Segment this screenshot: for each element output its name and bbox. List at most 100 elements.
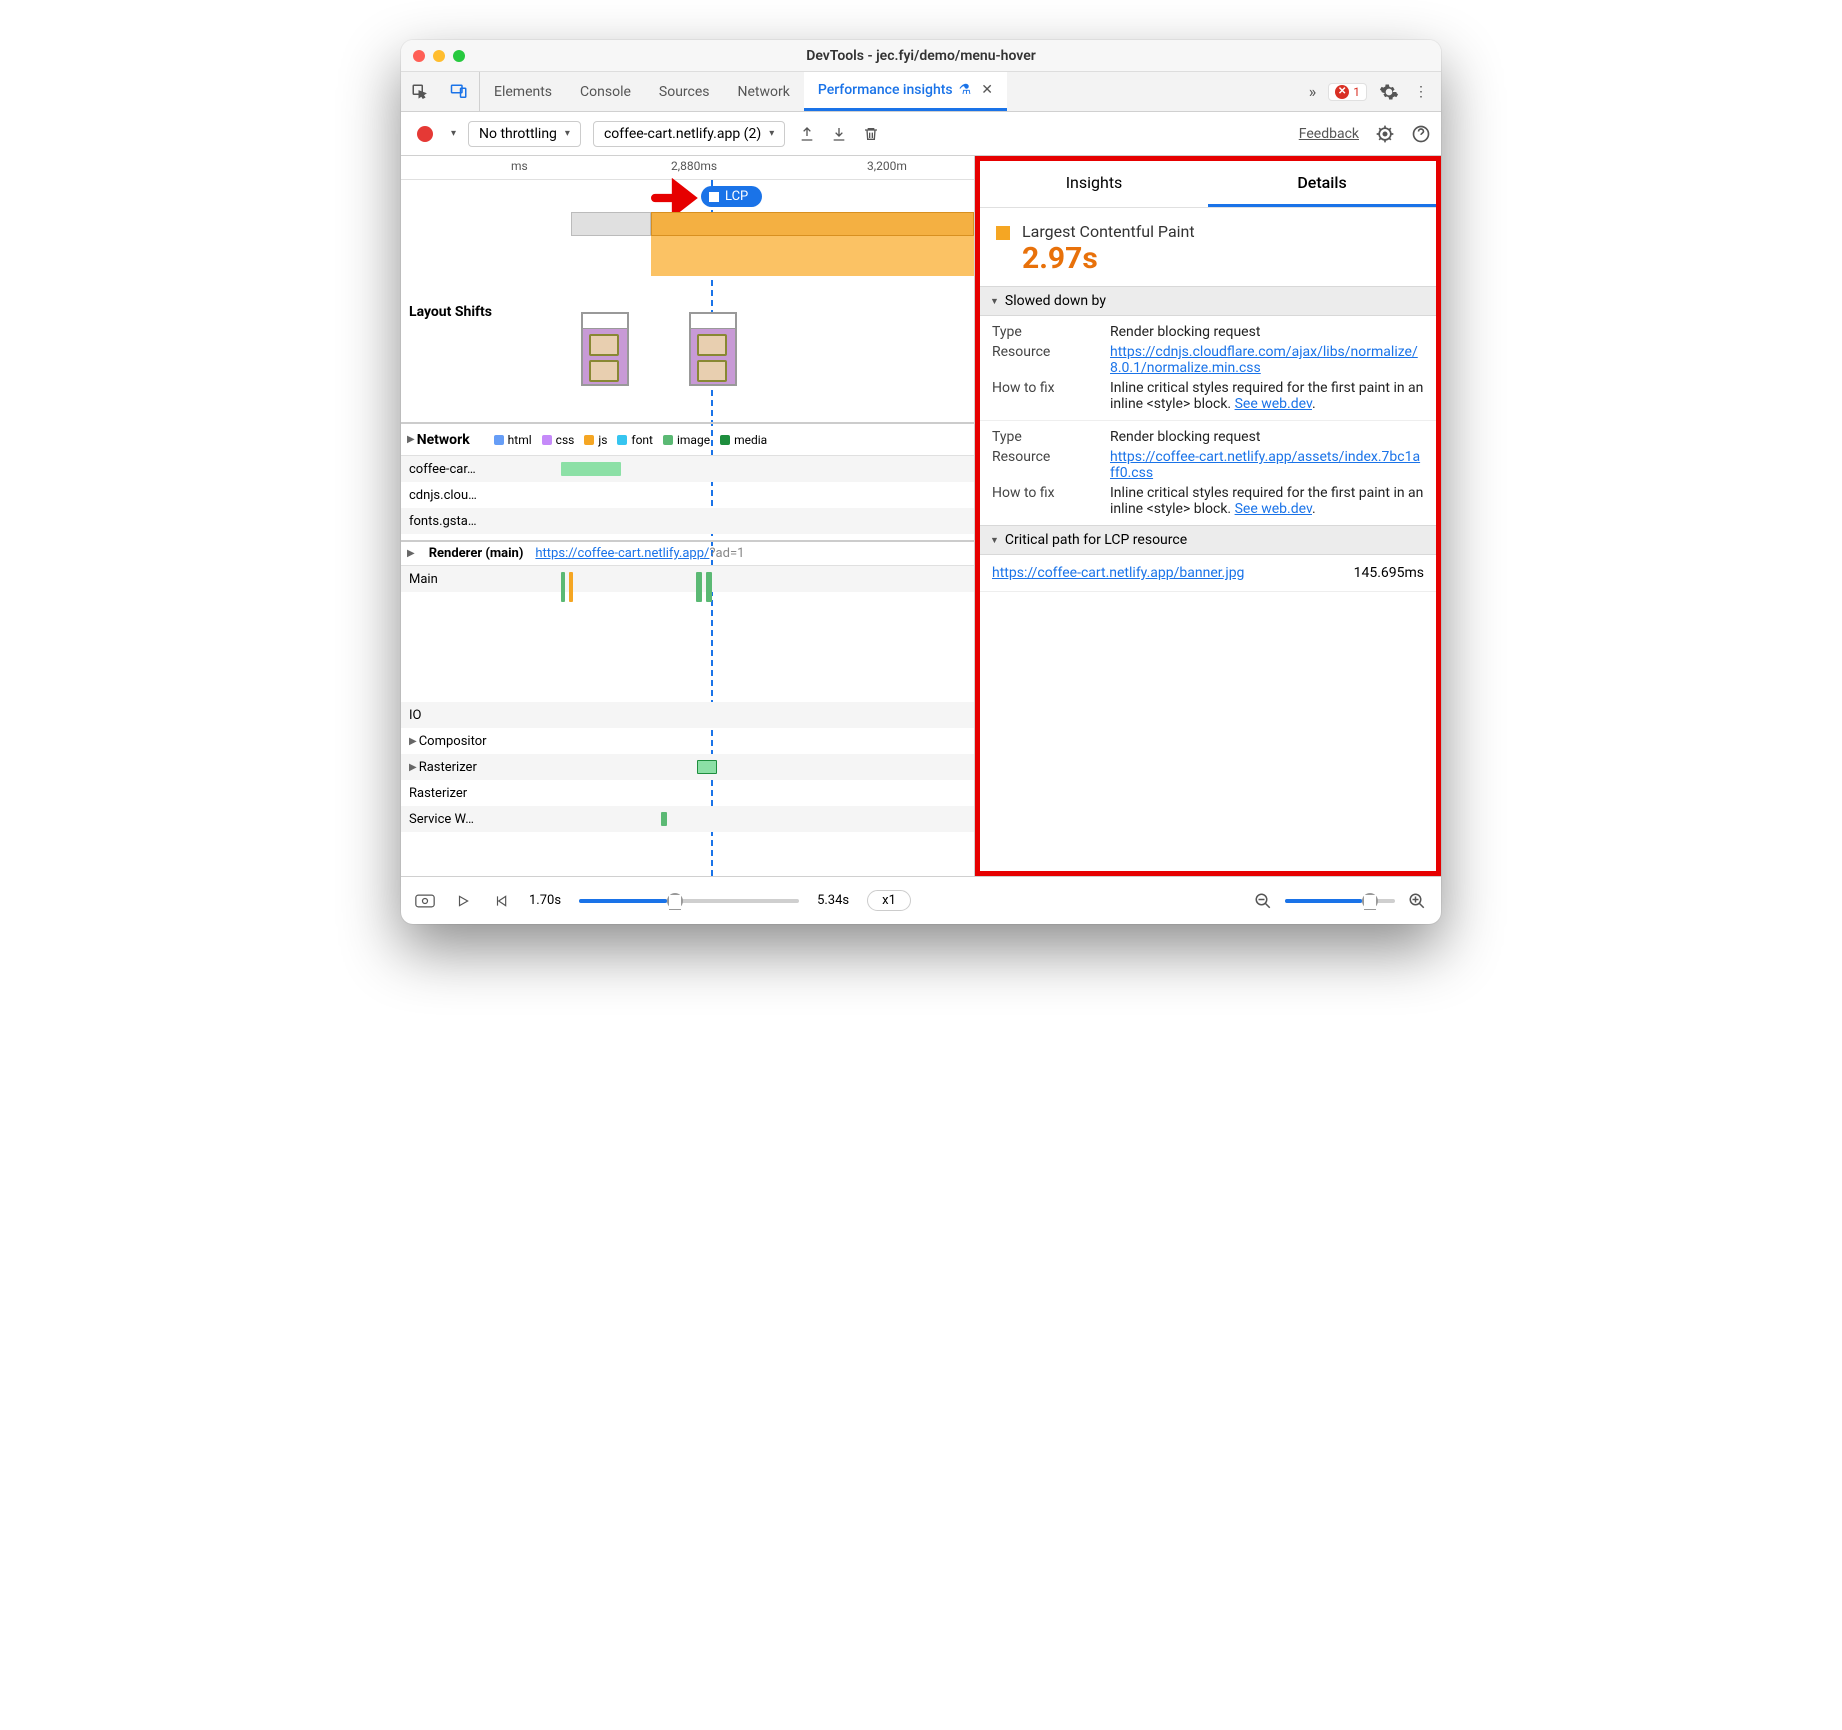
timeline-pane[interactable]: ms 2,880ms 3,200m LCP Layout Shifts [401, 156, 975, 876]
skip-back-icon[interactable] [491, 891, 511, 911]
fix-label: How to fix [992, 380, 1102, 412]
lcp-swatch-icon [996, 226, 1010, 240]
recording-dropdown[interactable]: coffee-cart.netlify.app (2) [593, 121, 785, 147]
legend-html: html [508, 433, 532, 447]
layout-shift-thumb[interactable] [689, 312, 737, 386]
flame-bar[interactable] [571, 212, 651, 236]
expand-icon[interactable]: ▶ [409, 762, 417, 773]
network-label: Network [417, 432, 470, 448]
renderer-url-query: ?ad=1 [709, 546, 744, 561]
help-icon[interactable] [1411, 124, 1431, 144]
resource-label: Resource [992, 344, 1102, 376]
renderer-section: ▶ Renderer (main) https://coffee-cart.ne… [401, 540, 974, 832]
tab-details[interactable]: Details [1208, 161, 1436, 207]
thread-row[interactable]: IO [401, 702, 974, 728]
tab-elements[interactable]: Elements [480, 72, 566, 111]
tick-2880: 2,880ms [671, 159, 717, 173]
critical-path-header[interactable]: Critical path for LCP resource [980, 525, 1436, 555]
network-row[interactable]: cdnjs.clou… [401, 482, 974, 508]
import-icon[interactable] [829, 124, 849, 144]
legend-font: font [631, 433, 653, 447]
layout-shift-thumb[interactable] [581, 312, 629, 386]
fix-link[interactable]: See web.dev [1235, 396, 1312, 412]
overflow-icon[interactable]: » [1309, 82, 1317, 101]
gear-icon[interactable] [1379, 82, 1399, 102]
error-count: 1 [1353, 85, 1360, 99]
thread-row[interactable]: ▶Rasterizer [401, 754, 974, 780]
record-dropdown-icon[interactable]: ▾ [451, 128, 456, 139]
devtools-window: DevTools - jec.fyi/demo/menu-hover Eleme… [401, 40, 1441, 924]
recording-label: coffee-cart.netlify.app (2) [604, 126, 761, 142]
trash-icon[interactable] [861, 124, 881, 144]
expand-icon[interactable]: ▶ [407, 434, 415, 445]
tab-performance-insights[interactable]: Performance insights ⚗ ✕ [804, 72, 1007, 111]
window-title: DevTools - jec.fyi/demo/menu-hover [401, 48, 1441, 64]
type-value: Render blocking request [1110, 324, 1424, 340]
thread-row[interactable]: Main [401, 566, 974, 592]
time-start: 1.70s [529, 893, 561, 908]
tab-sources[interactable]: Sources [645, 72, 724, 111]
thread-row[interactable]: Service W… [401, 806, 974, 832]
record-button[interactable] [417, 126, 433, 142]
eye-icon[interactable] [415, 891, 435, 911]
thread-row[interactable]: ▶Compositor [401, 728, 974, 754]
network-row[interactable]: coffee-car… [401, 456, 974, 482]
tab-network[interactable]: Network [724, 72, 804, 111]
thread-label: Rasterizer [409, 786, 467, 801]
flame-bar[interactable] [651, 236, 974, 276]
zoom-in-icon[interactable] [1407, 891, 1427, 911]
throttle-label: No throttling [479, 126, 557, 142]
resource-link[interactable]: https://cdnjs.cloudflare.com/ajax/libs/n… [1110, 344, 1418, 376]
main-area: ms 2,880ms 3,200m LCP Layout Shifts [401, 156, 1441, 876]
legend-media: media [734, 433, 767, 447]
lcp-pill-label: LCP [725, 189, 748, 204]
export-icon[interactable] [797, 124, 817, 144]
network-section: ▶ Network html css js font image media c… [401, 422, 974, 534]
error-icon: ✕ [1335, 85, 1349, 99]
flame-chart [571, 212, 974, 292]
network-row[interactable]: fonts.gsta… [401, 508, 974, 534]
kebab-icon[interactable]: ⋮ [1411, 82, 1431, 102]
thread-label: Main [409, 572, 438, 587]
type-label: Type [992, 324, 1102, 340]
play-icon[interactable] [453, 891, 473, 911]
thread-row[interactable]: Rasterizer [401, 780, 974, 806]
inspect-icon[interactable] [401, 72, 439, 111]
zoom-level[interactable]: x1 [867, 890, 911, 911]
tick-3200: 3,200m [867, 159, 907, 173]
net-row-label: fonts.gsta… [409, 514, 477, 529]
slowed-down-header[interactable]: Slowed down by [980, 286, 1436, 316]
error-badge[interactable]: ✕ 1 [1328, 83, 1367, 101]
lcp-pill[interactable]: LCP [701, 186, 762, 207]
resource-link[interactable]: https://coffee-cart.netlify.app/assets/i… [1110, 449, 1420, 481]
tick-ms: ms [511, 159, 528, 173]
tab-console[interactable]: Console [566, 72, 645, 111]
thread-spacer [401, 592, 974, 702]
expand-icon[interactable]: ▶ [407, 548, 415, 559]
timeline-ruler: ms 2,880ms 3,200m [401, 156, 974, 180]
time-slider[interactable] [579, 899, 799, 903]
critical-path-time: 145.695ms [1354, 565, 1424, 581]
flame-bar[interactable] [651, 212, 974, 236]
device-icon[interactable] [439, 72, 479, 111]
fix-link[interactable]: See web.dev [1235, 501, 1312, 517]
legend-css: css [556, 433, 575, 447]
settings-icon[interactable] [1375, 124, 1395, 144]
tab-pi-label: Performance insights [818, 82, 953, 98]
zoom-out-icon[interactable] [1253, 891, 1273, 911]
titlebar: DevTools - jec.fyi/demo/menu-hover [401, 40, 1441, 72]
tab-insights[interactable]: Insights [980, 161, 1208, 207]
crit-label: Critical path for LCP resource [1005, 532, 1187, 548]
renderer-url[interactable]: https://coffee-cart.netlify.app/ [535, 546, 709, 561]
expand-icon[interactable]: ▶ [409, 736, 417, 747]
renderer-label: Renderer (main) [429, 546, 524, 561]
throttling-dropdown[interactable]: No throttling [468, 121, 581, 147]
zoom-slider[interactable] [1285, 899, 1395, 903]
net-row-label: coffee-car… [409, 462, 476, 477]
critical-path-link[interactable]: https://coffee-cart.netlify.app/banner.j… [992, 565, 1244, 581]
close-tab-icon[interactable]: ✕ [981, 82, 993, 98]
net-row-label: cdnjs.clou… [409, 488, 477, 503]
feedback-link[interactable]: Feedback [1299, 126, 1359, 142]
details-pane: Insights Details Largest Contentful Pain… [975, 156, 1441, 876]
lcp-pill-swatch-icon [709, 192, 719, 202]
